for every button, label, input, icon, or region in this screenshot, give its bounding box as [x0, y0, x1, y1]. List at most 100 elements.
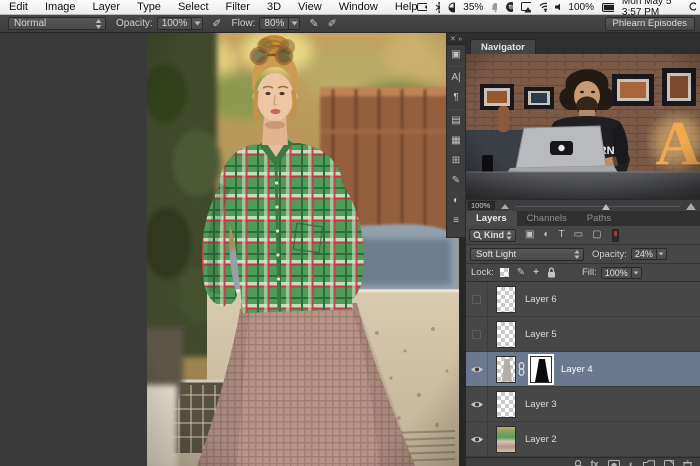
- visibility-toggle[interactable]: [466, 422, 488, 456]
- menu-image[interactable]: Image: [45, 1, 76, 13]
- menu-items: Edit Image Layer Type Select Filter 3D V…: [0, 1, 417, 13]
- lock-all-icon[interactable]: [547, 267, 556, 278]
- layer-row-layer5[interactable]: Layer 5: [466, 317, 700, 352]
- navigator-preview[interactable]: A PHLEARN: [466, 54, 700, 199]
- layer-thumbnail[interactable]: [496, 426, 516, 453]
- brush-presets-panel-icon[interactable]: ⊞: [447, 151, 465, 171]
- layer-mask-thumbnail[interactable]: [530, 356, 552, 383]
- dock-expand-icon[interactable]: »: [458, 36, 462, 43]
- layer-thumbnail[interactable]: [496, 286, 516, 313]
- layer-thumbnail[interactable]: [496, 391, 516, 418]
- adjustment-layer-filter-icon[interactable]: ◐: [543, 230, 549, 240]
- layer-opacity-dropdown[interactable]: [657, 248, 667, 260]
- menu-select[interactable]: Select: [178, 1, 209, 13]
- character-panel-icon[interactable]: A|: [447, 68, 465, 88]
- menu-help[interactable]: Help: [395, 1, 418, 13]
- navigator-zoom-field[interactable]: 100%: [468, 201, 495, 210]
- brush-mode-select[interactable]: Normal: [8, 17, 106, 30]
- menu-layer[interactable]: Layer: [93, 1, 121, 13]
- layer-opacity-value: 24%: [635, 249, 653, 259]
- filter-type-icons: ▣ ◐ T ▭ ▢: [525, 230, 602, 240]
- tab-channels[interactable]: Channels: [517, 211, 577, 226]
- fill-dropdown[interactable]: [632, 267, 642, 279]
- menu-view[interactable]: View: [298, 1, 322, 13]
- menu-status-area: 35% 100% Mon May 5 3:57 PM: [417, 0, 700, 18]
- workspace-switcher-button[interactable]: Phlearn Episodes: [605, 17, 695, 31]
- layer-row-layer2[interactable]: Layer 2: [466, 422, 700, 457]
- lock-position-icon[interactable]: +: [533, 268, 539, 278]
- flow-dropdown-button[interactable]: [289, 17, 300, 30]
- blend-mode-select[interactable]: Soft Light: [470, 248, 584, 261]
- layer-name: Layer 6: [525, 294, 557, 305]
- clone-source-panel-icon[interactable]: ▣: [447, 45, 465, 65]
- layer-style-icon[interactable]: fx: [591, 460, 599, 466]
- shape-layer-filter-icon[interactable]: ▭: [574, 230, 583, 240]
- visibility-toggle[interactable]: [466, 387, 488, 421]
- canvas-photo[interactable]: [147, 33, 459, 466]
- tab-paths[interactable]: Paths: [577, 211, 621, 226]
- layer-row-layer6[interactable]: Layer 6: [466, 282, 700, 317]
- dock-header: ✕ »: [447, 34, 465, 45]
- visibility-toggle[interactable]: [466, 282, 488, 316]
- swatches-panel-icon[interactable]: ▤: [447, 111, 465, 131]
- fill-field[interactable]: 100%: [601, 267, 632, 279]
- new-group-icon[interactable]: [643, 460, 655, 466]
- layer-row-layer3[interactable]: Layer 3: [466, 387, 700, 422]
- menu-filter[interactable]: Filter: [226, 1, 250, 13]
- dock-close-icon[interactable]: ✕: [450, 35, 456, 43]
- brush-panel-icon[interactable]: ✎: [447, 171, 465, 191]
- opacity-field[interactable]: 100%: [157, 17, 193, 30]
- airbrush-icon[interactable]: ✎: [309, 17, 318, 30]
- camera-lens-icon[interactable]: [505, 1, 513, 13]
- zoom-out-icon[interactable]: [501, 203, 509, 209]
- pen-pressure-size-icon[interactable]: ✐: [328, 17, 337, 30]
- menu-edit[interactable]: Edit: [9, 1, 28, 13]
- opacity-dropdown-button[interactable]: [192, 17, 203, 30]
- tool-presets-panel-icon[interactable]: ≡: [447, 211, 465, 231]
- wifi-icon[interactable]: [539, 2, 548, 12]
- paragraph-panel-icon[interactable]: ¶: [447, 88, 465, 108]
- menumeters-pie-icon[interactable]: [448, 2, 455, 13]
- new-layer-icon[interactable]: [664, 460, 674, 466]
- battery-icon[interactable]: [602, 3, 614, 12]
- spotlight-search-icon[interactable]: [689, 2, 696, 13]
- slider-thumb[interactable]: [602, 203, 610, 210]
- menu-type[interactable]: Type: [137, 1, 161, 13]
- navigator-zoom-slider[interactable]: [515, 201, 680, 211]
- pen-pressure-opacity-icon[interactable]: ✐: [212, 17, 221, 30]
- flow-field[interactable]: 80%: [259, 17, 289, 30]
- layer-thumbnail[interactable]: [496, 321, 516, 348]
- notifications-bell-icon[interactable]: [491, 2, 497, 13]
- screen-recording-icon[interactable]: [417, 2, 426, 12]
- menu-3d[interactable]: 3D: [267, 1, 281, 13]
- zoom-in-icon[interactable]: [686, 202, 696, 210]
- new-adjustment-icon[interactable]: ◐: [629, 460, 634, 466]
- layer-thumbnail[interactable]: [496, 356, 516, 383]
- type-layer-filter-icon[interactable]: T: [559, 230, 565, 240]
- bluetooth-icon[interactable]: [435, 2, 440, 13]
- link-layers-icon[interactable]: [574, 460, 582, 466]
- filter-kind-select[interactable]: Kind: [469, 229, 516, 242]
- histogram-panel-icon[interactable]: ▦: [447, 131, 465, 151]
- visibility-toggle[interactable]: [466, 352, 488, 386]
- mask-link-icon[interactable]: [518, 362, 525, 376]
- menu-clock[interactable]: Mon May 5 3:57 PM: [622, 0, 681, 18]
- volume-icon[interactable]: [555, 2, 560, 12]
- filter-toggle-switch[interactable]: [612, 229, 619, 242]
- layer-opacity-field[interactable]: 24%: [631, 248, 657, 260]
- lock-paint-icon[interactable]: ✎: [517, 268, 525, 278]
- airplay-display-icon[interactable]: [521, 2, 530, 13]
- menu-window[interactable]: Window: [339, 1, 378, 13]
- small-battery-percent: 35%: [463, 2, 483, 13]
- layer-row-layer4[interactable]: Layer 4: [466, 352, 700, 387]
- lock-transparency-icon[interactable]: [500, 268, 509, 277]
- add-mask-icon[interactable]: [608, 460, 620, 466]
- visibility-toggle[interactable]: [466, 317, 488, 351]
- pixel-layer-filter-icon[interactable]: ▣: [525, 230, 534, 240]
- chevron-down-icon: [658, 252, 664, 256]
- tab-layers[interactable]: Layers: [466, 211, 517, 226]
- adjustments-panel-icon[interactable]: ◐: [447, 191, 465, 211]
- tab-navigator[interactable]: Navigator: [470, 39, 536, 54]
- delete-layer-icon[interactable]: [683, 460, 692, 466]
- smart-object-filter-icon[interactable]: ▢: [592, 230, 601, 240]
